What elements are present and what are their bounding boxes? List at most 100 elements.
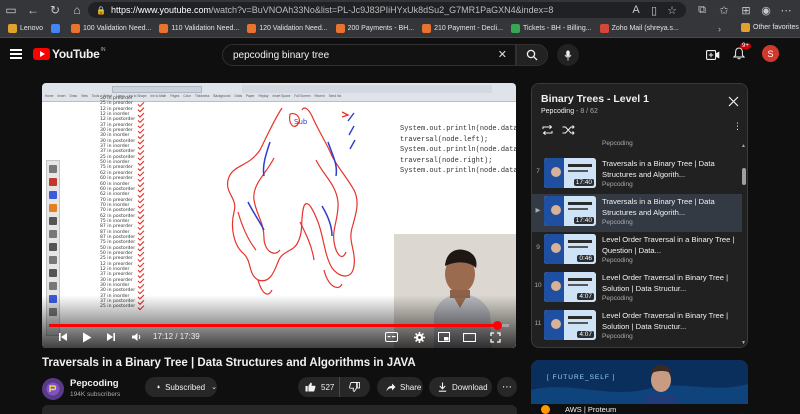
ribbon-label[interactable]: Ink to Math	[151, 94, 167, 98]
extension-icon[interactable]: ⧉	[694, 2, 710, 18]
playlist-item[interactable]: 10 4:07 Level Order Traversal in Binary Tr…	[532, 270, 742, 308]
url-host: https://www.youtube.com	[110, 5, 212, 15]
ribbon-label[interactable]: View	[81, 94, 88, 98]
bookmark-item[interactable]: 120 Validation Need...	[247, 24, 328, 33]
favorite-star-icon[interactable]: ☆	[664, 2, 680, 18]
scroll-down-arrow-icon[interactable]: ▼	[741, 340, 746, 346]
ribbon-label[interactable]: Background	[213, 94, 230, 98]
check-mark	[137, 112, 145, 118]
ribbon-label[interactable]: Insert Space	[272, 94, 290, 98]
reload-icon[interactable]: ↻	[44, 0, 66, 20]
playlist-item-current[interactable]: ▶ 17:40 Traversals in a Binary Tree | Data…	[532, 194, 742, 232]
playlist-item[interactable]: Iterative Pre, Post and In-Order	[532, 346, 742, 347]
check-mark	[137, 150, 145, 156]
previous-button[interactable]	[56, 330, 70, 344]
playlist-thumbnail[interactable]: 4:07	[544, 272, 596, 302]
scrubber-handle[interactable]	[493, 321, 503, 330]
bookmark-item[interactable]: 100 Validation Need...	[70, 24, 151, 33]
share-button[interactable]: Share	[377, 377, 423, 397]
ribbon-label[interactable]: Draw	[70, 94, 77, 98]
ribbon-label[interactable]: Insert	[58, 94, 66, 98]
chevron-right-icon[interactable]: ›	[718, 24, 721, 34]
guide-menu-icon[interactable]	[10, 49, 22, 59]
playlist-thumbnail[interactable]: 4:07	[544, 310, 596, 340]
shuffle-button[interactable]	[562, 122, 575, 140]
browser-menu-icon[interactable]: ⋯	[778, 2, 794, 18]
theater-mode-button[interactable]	[461, 330, 477, 344]
playlist-scrollbar-thumb[interactable]	[742, 168, 746, 185]
reading-icon[interactable]: ▯	[646, 2, 662, 18]
like-button[interactable]: 527	[298, 377, 340, 397]
address-bar[interactable]: 🔒 https://www.youtube.com/watch?v=BuVNOA…	[88, 2, 686, 18]
clear-search-icon[interactable]: ✕	[498, 48, 507, 61]
collections-icon[interactable]: ⊞	[738, 2, 754, 18]
playlist-item[interactable]: 7 17:40 Traversals in a Binary Tree | Data…	[532, 156, 742, 194]
playlist-more-button[interactable]: ⋮	[733, 121, 742, 132]
sidebar-toggle-icon[interactable]: ▭	[0, 0, 22, 20]
playlist-title[interactable]: Binary Trees - Level 1	[541, 93, 649, 105]
bookmark-item[interactable]: Zoho Mail (shreya.s...	[599, 24, 679, 33]
bookmark-item[interactable]: Lenovo	[8, 24, 43, 33]
playlist-item-title: Level Order Traversal in Binary Tree | S…	[602, 311, 729, 331]
ribbon-label[interactable]: Color	[183, 94, 191, 98]
sidebar-ad[interactable]: [ FUTURE_SELF ] AWS | Proteum	[531, 360, 748, 414]
ribbon-label[interactable]: Replay	[259, 94, 269, 98]
miniplayer-button[interactable]	[436, 330, 452, 344]
playlist-thumbnail[interactable]: 17:40	[544, 158, 596, 188]
next-button[interactable]	[104, 330, 118, 344]
playlist-channel[interactable]: Pepcoding	[541, 108, 574, 115]
playlist-item-title: Level Order Traversal in Binary Tree | S…	[602, 273, 729, 293]
profile-icon[interactable]: ◉	[758, 2, 774, 18]
search-button[interactable]	[516, 44, 548, 66]
home-icon[interactable]: ⌂	[66, 0, 88, 20]
notifications-button[interactable]: 9+	[732, 43, 751, 65]
search-input[interactable]: pepcoding binary tree ✕	[222, 44, 516, 66]
download-button[interactable]: Download	[429, 377, 492, 397]
bookmark-item[interactable]: 210 Payment - Decli...	[422, 24, 503, 33]
channel-name[interactable]: Pepcoding	[70, 378, 119, 389]
ribbon-label[interactable]: Paper	[246, 94, 255, 98]
more-actions-button[interactable]: ⋯	[497, 377, 517, 397]
captions-button[interactable]	[383, 330, 399, 344]
settings-button[interactable]	[411, 330, 427, 344]
dislike-button[interactable]	[340, 377, 368, 397]
youtube-logo[interactable]: YouTube IN	[33, 47, 105, 61]
ribbon-label[interactable]: Thickness	[195, 94, 209, 98]
ribbon-label[interactable]: Recent	[314, 94, 324, 98]
ribbon-label[interactable]: Pages	[170, 94, 179, 98]
playlist-item[interactable]: 11 4:07 Level Order Traversal in Binary Tr…	[532, 308, 742, 346]
play-button[interactable]	[80, 330, 94, 344]
ribbon-label[interactable]: Tools	[92, 94, 99, 98]
video-player[interactable]: Home Insert Draw View Tools Select Lasso Ink to…	[42, 83, 516, 348]
playlist-thumbnail[interactable]: 17:40	[544, 196, 596, 226]
description-box[interactable]	[42, 405, 517, 414]
translate-icon[interactable]: A	[628, 2, 644, 18]
mute-button[interactable]	[129, 330, 143, 344]
subscribe-button[interactable]: Subscribed ⌄	[145, 377, 217, 397]
ribbon-label[interactable]: Home	[45, 94, 54, 98]
bookmark-favicon-icon	[8, 24, 17, 33]
progress-bar[interactable]	[49, 321, 509, 330]
channel-avatar[interactable]	[42, 378, 64, 400]
back-icon[interactable]: ←	[22, 0, 44, 20]
fullscreen-button[interactable]	[487, 330, 503, 344]
playlist-item[interactable]: 9 0:46 Level Order Traversal in a Binary T…	[532, 232, 742, 270]
account-avatar[interactable]: S	[762, 45, 779, 62]
favorites-icon[interactable]: ✩	[716, 2, 732, 18]
ribbon-label[interactable]: Grids	[234, 94, 242, 98]
bell-icon	[157, 385, 160, 389]
create-button[interactable]	[706, 48, 720, 66]
bookmark-item[interactable]: 200 Payments - BH...	[335, 24, 414, 33]
bookmark-item[interactable]: Tickets - BH - Billing...	[510, 24, 592, 33]
bookmark-item[interactable]	[50, 24, 63, 33]
ribbon-label[interactable]: Send Ink	[329, 94, 342, 98]
ribbon-label[interactable]: Full Screen	[294, 94, 310, 98]
bookmark-other-favorites[interactable]: Other favorites	[741, 23, 799, 32]
playlist-thumbnail[interactable]: 0:46	[544, 234, 596, 264]
loop-button[interactable]	[541, 122, 554, 140]
bookmark-item[interactable]: 110 Validation Need...	[159, 24, 239, 33]
voice-search-button[interactable]	[557, 44, 579, 66]
scroll-up-arrow-icon[interactable]: ▲	[741, 143, 746, 149]
close-playlist-button[interactable]	[728, 94, 739, 112]
thumbs-up-icon	[305, 382, 316, 392]
